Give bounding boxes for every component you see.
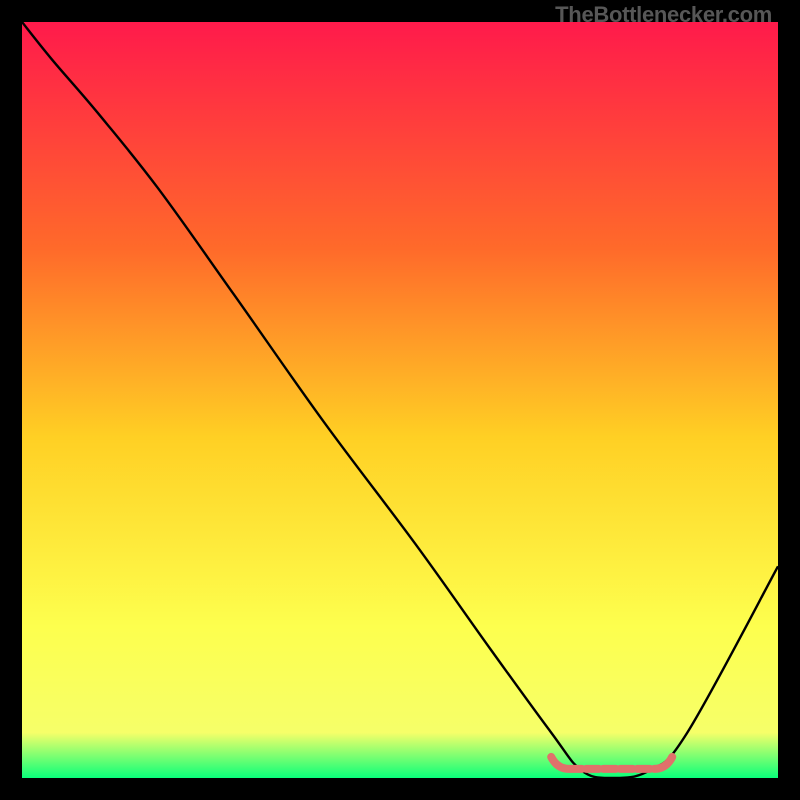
chart-frame <box>22 22 778 778</box>
gradient-background <box>22 22 778 778</box>
bottleneck-chart <box>22 22 778 778</box>
watermark-text: TheBottlenecker.com <box>555 2 772 28</box>
